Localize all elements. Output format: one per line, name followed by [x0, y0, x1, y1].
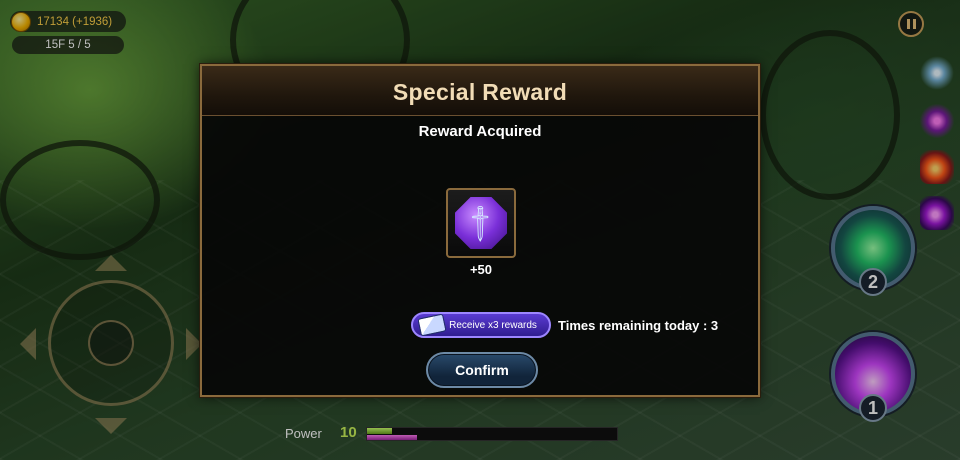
confirm-button[interactable]: Confirm	[426, 352, 538, 388]
sword-gem-icon: 🗡	[455, 197, 507, 249]
times-remaining-text: Times remaining today : 3	[558, 318, 719, 333]
dialog-title: Special Reward	[392, 79, 568, 105]
dialog-subtitle: Reward Acquired	[418, 123, 542, 140]
reward-quantity: +50	[469, 262, 493, 277]
ticket-icon	[417, 313, 447, 337]
receive-x3-button[interactable]: Receive x3 rewards	[411, 312, 551, 338]
special-reward-dialog: Special Reward Reward Acquired 🗡 +50 Rec…	[200, 64, 760, 397]
reward-item-slot[interactable]: 🗡	[446, 188, 516, 258]
receive-x3-label: Receive x3 rewards	[449, 319, 537, 331]
